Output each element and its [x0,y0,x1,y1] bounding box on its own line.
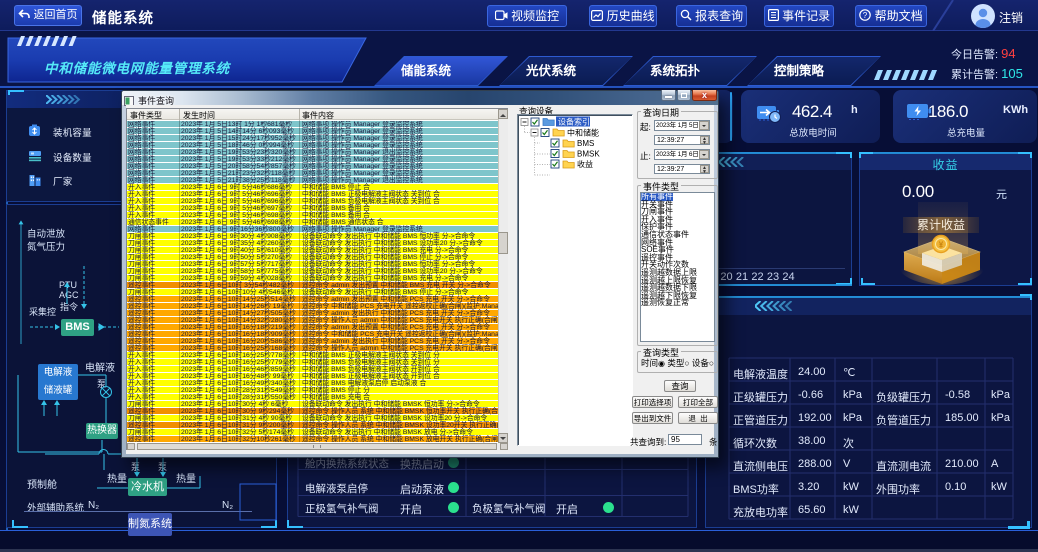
svg-text:BMS: BMS [577,139,594,148]
svg-text:设备索引: 设备索引 [558,117,590,127]
svg-text:BMSK: BMSK [577,150,600,159]
svg-text:收益: 收益 [577,159,593,169]
svg-text:中和储能: 中和储能 [567,128,599,138]
